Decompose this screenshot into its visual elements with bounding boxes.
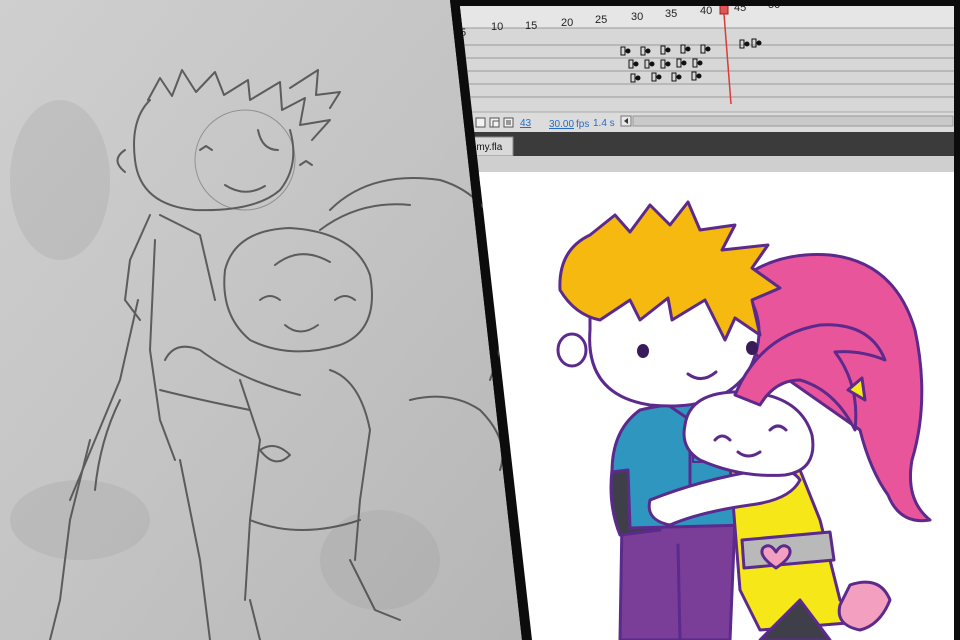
onion-skin-icon[interactable] xyxy=(475,117,486,128)
frame-number-45: 45 xyxy=(734,2,746,14)
document-tab-bar xyxy=(460,132,954,156)
frame-rate-label[interactable]: 30.00 fps xyxy=(549,119,589,130)
onion-outline-icon[interactable] xyxy=(489,117,500,128)
document-tab-label[interactable]: mmy.fla xyxy=(468,142,503,153)
flash-editor-screen: 5 10 15 20 25 30 35 40 45 50 43 30.00 fp… xyxy=(460,0,954,640)
edit-multiple-frames-icon[interactable] xyxy=(503,117,514,128)
frame-number-40: 40 xyxy=(700,5,712,17)
frame-number-30: 30 xyxy=(631,11,643,23)
boy-eye-right xyxy=(746,341,758,355)
playhead-marker[interactable] xyxy=(719,2,729,15)
scroll-left-icon[interactable] xyxy=(620,115,632,127)
elapsed-time-label: 1.4 s xyxy=(593,118,615,129)
boy-eye-left xyxy=(637,344,649,358)
current-frame-label[interactable]: 43 xyxy=(520,118,532,129)
frame-number-10: 10 xyxy=(491,21,503,33)
frame-number-25: 25 xyxy=(595,14,607,26)
frame-number-5: 5 xyxy=(460,27,466,39)
frame-number-15: 15 xyxy=(525,20,537,32)
frame-number-20: 20 xyxy=(561,17,573,29)
timeline-horizontal-scrollbar[interactable] xyxy=(632,115,954,127)
frame-number-50: 50 xyxy=(768,0,780,11)
frame-number-35: 35 xyxy=(665,8,677,20)
